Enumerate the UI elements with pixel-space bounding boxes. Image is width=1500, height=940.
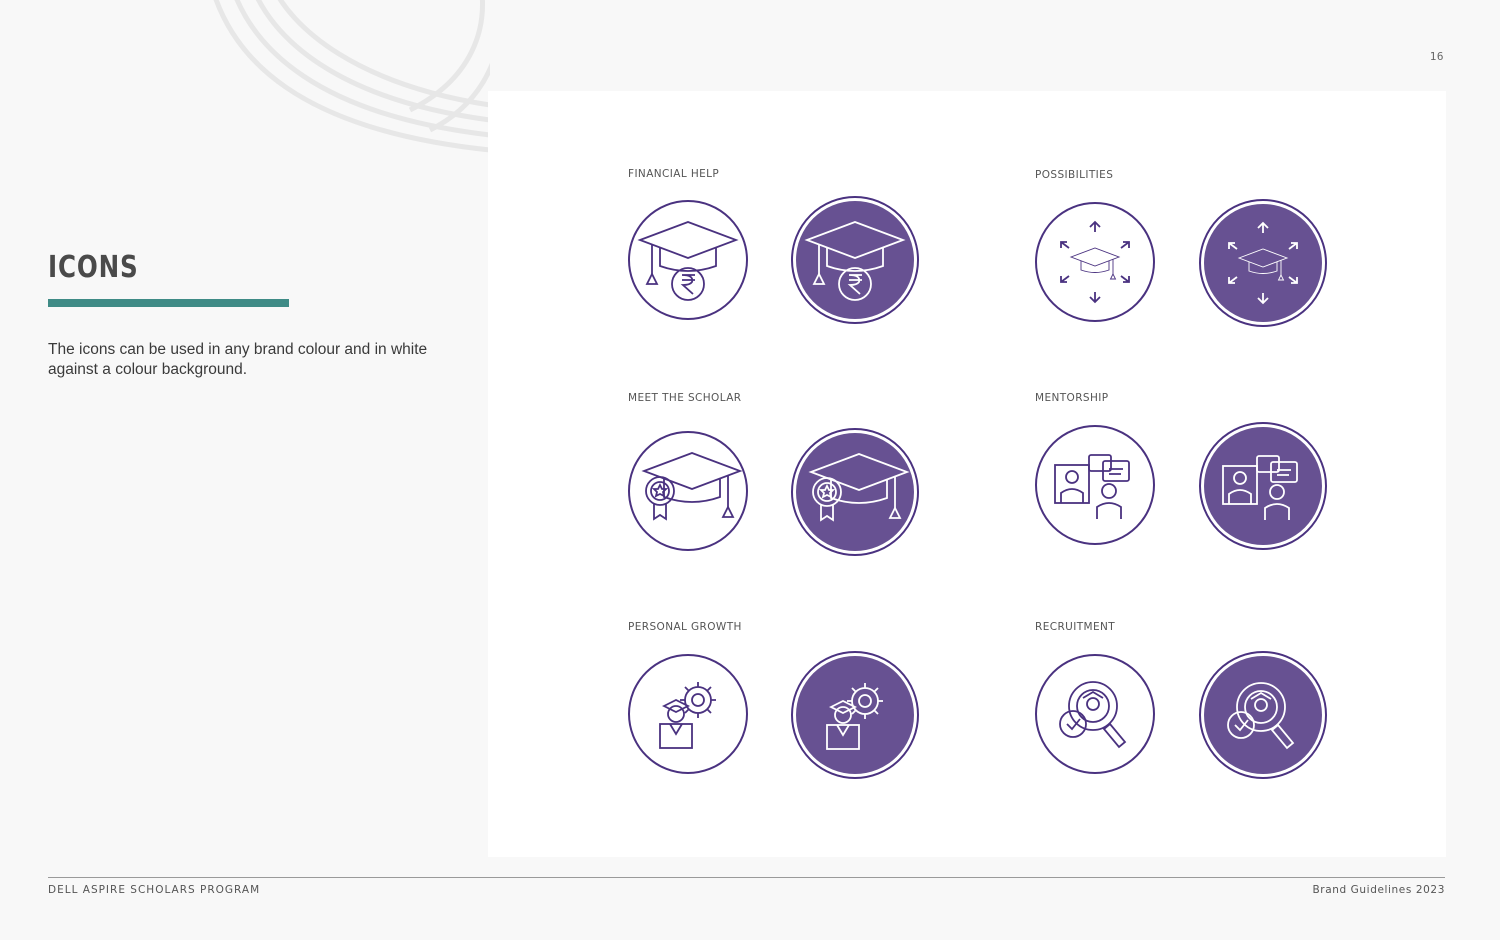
title-underline bbox=[48, 299, 289, 307]
graduation-cap-badge-icon-filled bbox=[791, 428, 919, 556]
graduation-cap-arrows-icon bbox=[1035, 202, 1155, 322]
mentorship-chat-icon bbox=[1035, 425, 1155, 545]
scholar-gear-icon bbox=[628, 654, 748, 774]
graduation-cap-rupee-icon bbox=[628, 200, 748, 320]
graduation-cap-arrows-icon-filled bbox=[1199, 199, 1327, 327]
graduation-cap-rupee-icon-filled bbox=[791, 196, 919, 324]
label-meet-the-scholar: MEET THE SCHOLAR bbox=[628, 392, 742, 404]
label-recruitment: RECRUITMENT bbox=[1035, 621, 1116, 633]
label-possibilities: POSSIBILITIES bbox=[1035, 169, 1114, 181]
recruitment-search-icon-filled bbox=[1199, 651, 1327, 779]
footer-divider bbox=[48, 877, 1445, 878]
background-swoosh-graphic bbox=[213, 0, 490, 153]
page-title: ICONS bbox=[48, 250, 139, 285]
footer-document-title: Brand Guidelines 2023 bbox=[1312, 884, 1445, 896]
graduation-cap-badge-icon bbox=[628, 431, 748, 551]
page-number: 16 bbox=[1429, 50, 1444, 63]
label-mentorship: MENTORSHIP bbox=[1035, 392, 1109, 404]
scholar-gear-icon-filled bbox=[791, 651, 919, 779]
label-financial-help: FINANCIAL HELP bbox=[628, 168, 720, 180]
label-personal-growth: PERSONAL GROWTH bbox=[628, 621, 742, 633]
mentorship-chat-icon-filled bbox=[1199, 422, 1327, 550]
recruitment-search-icon bbox=[1035, 654, 1155, 774]
intro-text: The icons can be used in any brand colou… bbox=[48, 341, 428, 378]
footer-program-name: DELL ASPIRE SCHOLARS PROGRAM bbox=[48, 884, 261, 896]
